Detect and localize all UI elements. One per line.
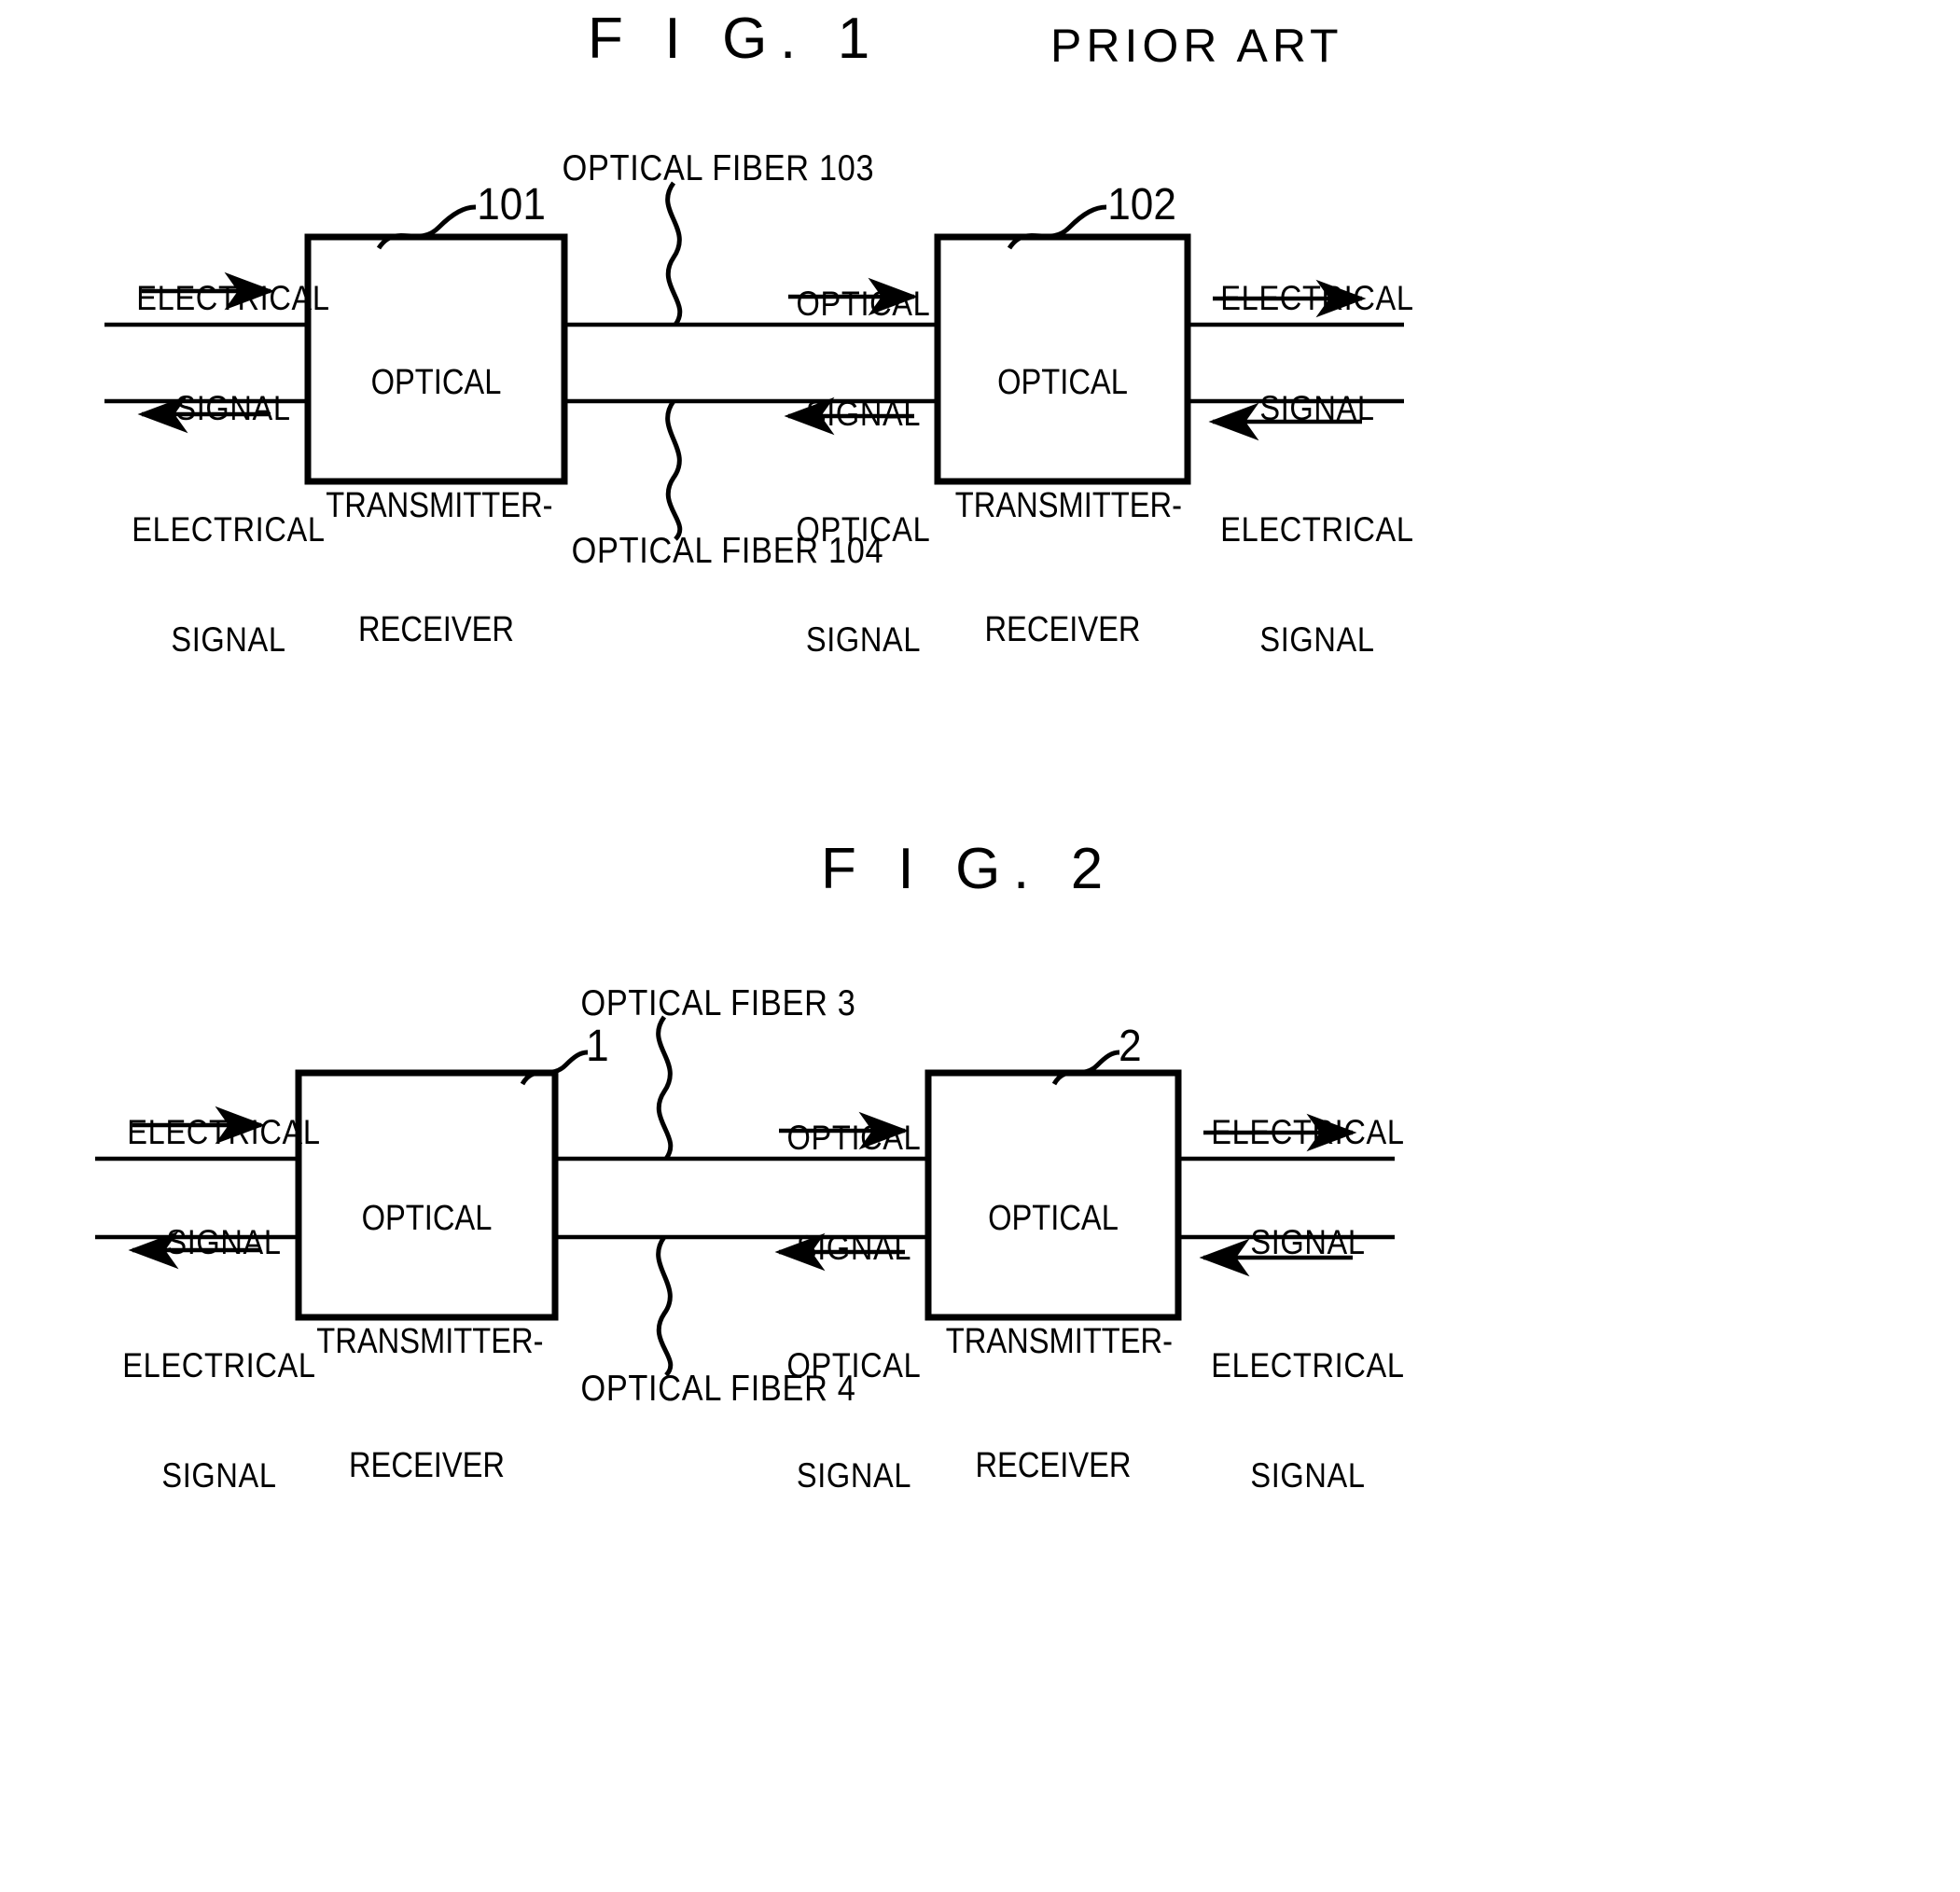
- fig2-right-label-line2: TRANSMITTER-: [945, 1322, 1174, 1362]
- fig1-mid-bottom-signal: OPTICAL SIGNAL: [775, 438, 952, 731]
- fig2-mid-bot-l2: SIGNAL: [796, 1456, 912, 1496]
- fig1-left-label-line2: TRANSMITTER-: [326, 486, 553, 526]
- fig2-fl-top-l2: SIGNAL: [166, 1223, 282, 1262]
- fig1-right-reference-numeral: 102: [1107, 180, 1176, 230]
- fig1-fr-top-l2: SIGNAL: [1259, 389, 1375, 428]
- fig1-left-transceiver-label: OPTICAL TRANSMITTER- RECEIVER: [326, 280, 553, 732]
- fig2-fr-top-l1: ELECTRICAL: [1211, 1113, 1405, 1152]
- fig1-mid-top-l2: SIGNAL: [805, 395, 922, 434]
- fig2-fr-bot-l1: ELECTRICAL: [1211, 1346, 1405, 1385]
- fig2-left-transceiver-label: OPTICAL TRANSMITTER- RECEIVER: [316, 1116, 544, 1568]
- fig2-fr-bot-l2: SIGNAL: [1250, 1456, 1366, 1496]
- fig1-fr-bot-l2: SIGNAL: [1259, 620, 1375, 660]
- fig2-fr-top-l2: SIGNAL: [1250, 1223, 1366, 1262]
- fig2-fl-bot-l2: SIGNAL: [161, 1456, 277, 1496]
- fig2-left-label-line1: OPTICAL: [361, 1199, 493, 1239]
- fig1-fl-top-l2: SIGNAL: [175, 389, 291, 428]
- fig2-mid-top-l2: SIGNAL: [796, 1229, 912, 1268]
- fig2-left-reference-numeral: 1: [586, 1022, 609, 1071]
- fig2-left-label-line3: RECEIVER: [348, 1445, 506, 1485]
- fig2-mid-top-l1: OPTICAL: [786, 1119, 922, 1158]
- fig1-far-left-bottom-signal: ELECTRICAL SIGNAL: [122, 438, 336, 731]
- fig2-right-label-line1: OPTICAL: [988, 1199, 1119, 1239]
- fig2-mid-bottom-signal: OPTICAL SIGNAL: [766, 1274, 942, 1567]
- fig2-fl-bot-l1: ELECTRICAL: [122, 1346, 316, 1385]
- fig2-left-label-line2: TRANSMITTER-: [316, 1322, 544, 1362]
- fig1-mid-bot-l2: SIGNAL: [805, 620, 922, 660]
- fig1-right-label-line3: RECEIVER: [984, 609, 1141, 649]
- fig1-right-transceiver-label: OPTICAL TRANSMITTER- RECEIVER: [954, 280, 1183, 732]
- fig1-title: F I G. 1: [588, 7, 883, 71]
- fig1-right-label-line1: OPTICAL: [997, 363, 1128, 403]
- fig1-left-label-line3: RECEIVER: [357, 609, 515, 649]
- fig2-title: F I G. 2: [821, 837, 1116, 901]
- fig1-far-right-bottom-signal: ELECTRICAL SIGNAL: [1211, 438, 1425, 731]
- fig2-right-transceiver-label: OPTICAL TRANSMITTER- RECEIVER: [945, 1116, 1174, 1568]
- fig1-left-reference-numeral: 101: [477, 180, 546, 230]
- fig1-mid-bot-l1: OPTICAL: [796, 510, 931, 550]
- fig1-fl-top-l1: ELECTRICAL: [136, 279, 330, 318]
- fig1-fr-top-l1: ELECTRICAL: [1220, 279, 1414, 318]
- fig2-far-right-bottom-signal: ELECTRICAL SIGNAL: [1202, 1274, 1415, 1567]
- fig1-left-label-line1: OPTICAL: [370, 363, 502, 403]
- fig1-fr-bot-l1: ELECTRICAL: [1220, 510, 1414, 550]
- fig2-far-left-bottom-signal: ELECTRICAL SIGNAL: [113, 1274, 327, 1567]
- fig2-fl-top-l1: ELECTRICAL: [127, 1113, 321, 1152]
- fig2-fiber-top-label: OPTICAL FIBER 3: [580, 983, 856, 1023]
- fig2-right-reference-numeral: 2: [1119, 1022, 1142, 1071]
- fig2-right-label-line3: RECEIVER: [975, 1445, 1132, 1485]
- fig1-fl-bot-l2: SIGNAL: [171, 620, 286, 660]
- patent-drawing-sheet: F I G. 1 PRIOR ART OPTICAL FIBER 103 OPT…: [0, 0, 1960, 1892]
- fig1-subtitle: PRIOR ART: [1050, 20, 1343, 72]
- fig1-fl-bot-l1: ELECTRICAL: [132, 510, 326, 550]
- fig1-right-label-line2: TRANSMITTER-: [954, 486, 1183, 526]
- fig1-mid-top-l1: OPTICAL: [796, 285, 931, 324]
- fig1-fiber-top-label: OPTICAL FIBER 103: [562, 148, 875, 188]
- fig2-mid-bot-l1: OPTICAL: [786, 1346, 922, 1385]
